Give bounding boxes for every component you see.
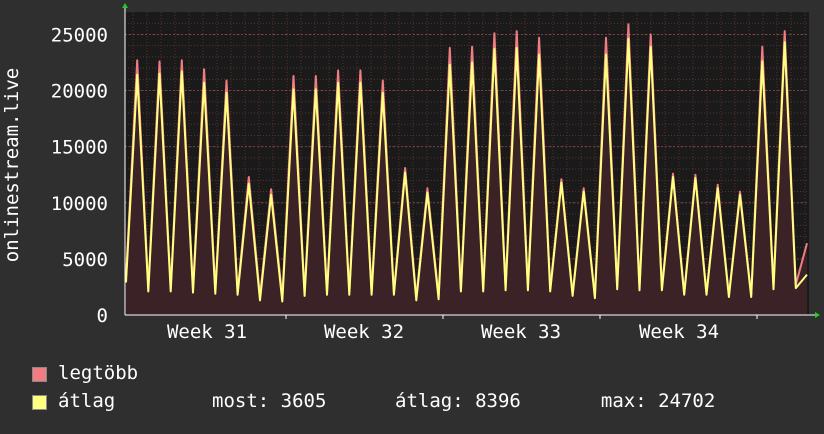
x-tick-label: Week 31: [167, 321, 247, 343]
y-tick-label: 5000: [62, 249, 108, 271]
y-tick-label: 0: [97, 305, 108, 327]
legend-max-label: legtöbb: [58, 362, 139, 384]
y-tick-label: 20000: [51, 81, 108, 103]
chart-container: 0 5000 10000 15000 20000 25000 Week 31 Week 32 W…: [0, 0, 824, 430]
legend-stats: most: 3605 átlag: 8396 max: 24702: [212, 390, 716, 412]
y-tick-label: 25000: [51, 24, 108, 46]
y-axis-arrow: [122, 3, 128, 8]
x-tick-label: Week 33: [481, 321, 561, 343]
x-axis-arrow: [815, 312, 820, 318]
y-axis-label: onlinestream.live: [1, 68, 23, 262]
x-tick-label: Week 34: [639, 321, 719, 343]
legend-avg-label: átlag: [58, 390, 116, 412]
y-tick-label: 15000: [51, 137, 108, 159]
x-tick-label: Week 32: [324, 321, 404, 343]
legend-swatch-max: [32, 367, 47, 382]
legend-swatch-avg: [32, 395, 47, 410]
y-tick-label: 10000: [51, 193, 108, 215]
